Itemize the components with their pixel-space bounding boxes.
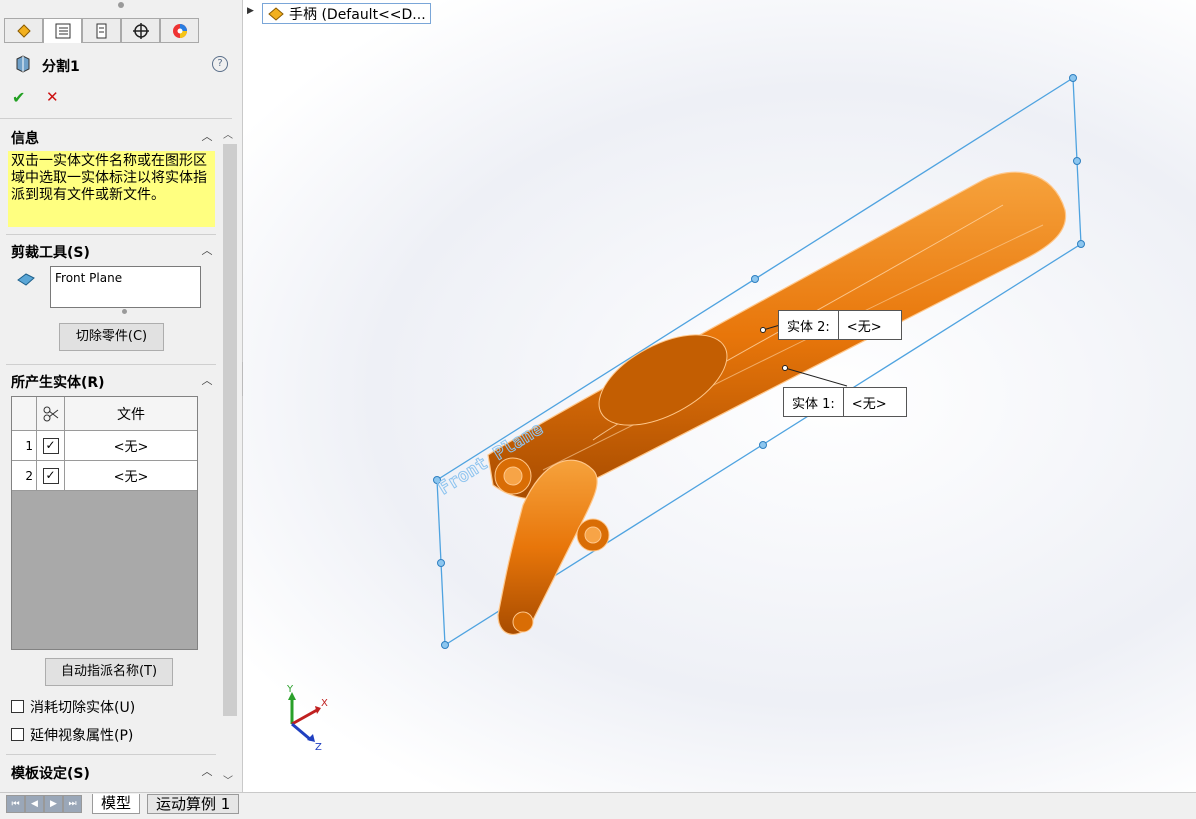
row-index: 2 (12, 461, 37, 490)
cancel-icon[interactable]: ✕ (46, 88, 59, 106)
handle-main-body (487, 171, 1067, 500)
configuration-icon (96, 23, 106, 38)
template-settings-title: 模板设定(S) (11, 766, 90, 782)
tab-motion-study[interactable]: 运动算例 1 (147, 794, 240, 814)
consume-cut-bodies-label: 消耗切除实体(U) (30, 700, 136, 716)
callout-label: 实体 2: (787, 319, 830, 335)
manager-tabs (4, 18, 204, 44)
auto-assign-names-button[interactable]: 自动指派名称(T) (45, 658, 173, 686)
resulting-bodies-title: 所产生实体(R) (11, 375, 105, 391)
body-callout-1[interactable]: 实体 1: <无> (783, 387, 907, 417)
info-message: 双击一实体文件名称或在图形区域中选取一实体标注以将实体指派到现有文件或新文件。 (8, 151, 215, 227)
tab-property-manager[interactable] (43, 18, 82, 43)
ok-icon[interactable]: ✔ (12, 88, 25, 107)
next-tab-icon[interactable]: ▶ (44, 795, 63, 813)
tab-feature-manager[interactable] (4, 18, 43, 43)
scrollbar-thumb[interactable] (223, 144, 237, 716)
divider (0, 118, 232, 119)
last-tab-icon[interactable]: ⏭ (63, 795, 82, 813)
collapse-chevron-icon[interactable]: ︿ (200, 374, 214, 388)
trim-tools-title: 剪裁工具(S) (11, 245, 90, 261)
crosshair-icon (132, 22, 149, 39)
collapse-chevron-icon[interactable]: ︿ (200, 130, 214, 144)
property-manager-icon (55, 23, 70, 39)
scissors-icon (43, 406, 58, 421)
plane-selection-icon (17, 273, 35, 286)
row-index: 1 (12, 431, 37, 460)
tab-configuration-manager[interactable] (82, 18, 121, 43)
table-row[interactable]: 2 ✓ <无> (12, 461, 197, 491)
row-file[interactable]: <无> (65, 431, 197, 460)
divider (6, 754, 216, 755)
body-callout-2[interactable]: 实体 2: <无> (778, 310, 902, 340)
callout-value[interactable]: <无> (839, 316, 890, 335)
panel-scrollbar[interactable]: ︿ ﹀ (220, 124, 240, 792)
resulting-bodies-table: 文件 1 ✓ <无> 2 ✓ <无> (11, 396, 198, 650)
help-icon[interactable]: ? (212, 56, 228, 72)
axis-triad-icon: Y X Z (286, 684, 328, 753)
property-manager: 分割1 ? ✔ ✕ 信息 ︿ 双击一实体文件名称或在图形区域中选取一实体标注以将… (0, 0, 243, 792)
cut-part-button[interactable]: 切除零件(C) (59, 323, 164, 351)
divider (6, 234, 216, 235)
tab-display-manager[interactable] (160, 18, 199, 43)
row-checkbox-cell: ✓ (37, 461, 65, 490)
header-scissors (37, 397, 65, 430)
callout-value[interactable]: <无> (844, 393, 895, 412)
prev-tab-icon[interactable]: ◀ (25, 795, 44, 813)
tab-scroll-buttons: ⏮ ◀ ▶ ⏭ (6, 795, 86, 813)
collapse-chevron-icon[interactable]: ︿ (200, 244, 214, 258)
triad-x-label: X (321, 698, 328, 709)
trim-tool-selection-box[interactable]: Front Plane (50, 266, 201, 308)
split-feature-icon (16, 55, 30, 73)
row-checkbox[interactable]: ✓ (42, 467, 59, 484)
table-row[interactable]: 1 ✓ <无> (12, 431, 197, 461)
row-file[interactable]: <无> (65, 461, 197, 490)
feature-title: 分割1 (42, 59, 80, 75)
bottom-tab-bar: ⏮ ◀ ▶ ⏭ 模型 运动算例 1 (0, 792, 1196, 819)
first-tab-icon[interactable]: ⏮ (6, 795, 25, 813)
info-section-title: 信息 (11, 131, 39, 147)
collapse-chevron-icon[interactable]: ︿ (200, 765, 214, 779)
triad-y-label: Y (286, 684, 294, 695)
display-manager-icon (172, 23, 187, 38)
propagate-visual-checkbox[interactable] (11, 728, 24, 741)
scroll-up-icon[interactable]: ︿ (223, 126, 233, 141)
graphics-area[interactable]: ▶ 手柄 (Default<<D... Front Plane 实体 2: <无… (243, 0, 1196, 792)
table-header-row: 文件 (12, 397, 197, 431)
row-checkbox-cell: ✓ (37, 431, 65, 460)
tab-dimxpert-manager[interactable] (121, 18, 160, 43)
callout-label: 实体 1: (792, 396, 835, 412)
feature-manager-icon (16, 23, 31, 38)
row-checkbox[interactable]: ✓ (42, 437, 59, 454)
consume-cut-bodies-checkbox[interactable] (11, 700, 24, 713)
tab-model[interactable]: 模型 (92, 794, 141, 814)
header-file: 文件 (65, 397, 197, 430)
part-model-view[interactable]: Front Plane (243, 0, 1196, 792)
splitter-handle[interactable] (118, 2, 124, 8)
triad-z-label: Z (315, 742, 322, 753)
header-corner (12, 397, 37, 430)
divider (6, 364, 216, 365)
scroll-down-icon[interactable]: ﹀ (223, 772, 233, 787)
propagate-visual-label: 延伸视象属性(P) (30, 728, 134, 744)
resize-handle[interactable] (122, 309, 127, 314)
